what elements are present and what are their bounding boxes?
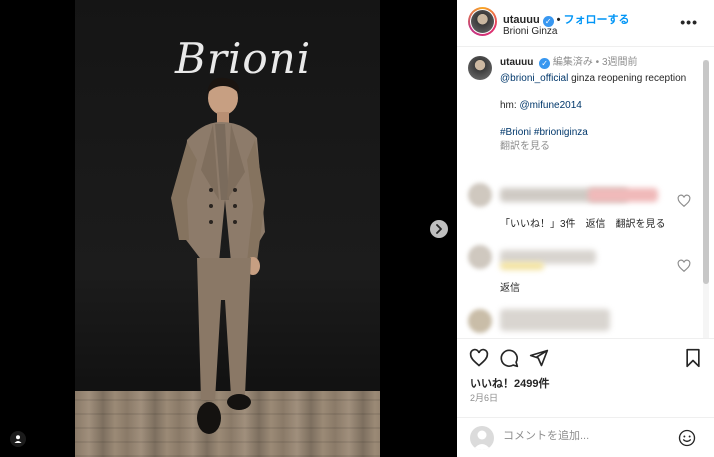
post-media: Brioni bbox=[0, 0, 457, 457]
post-side-panel: utauuu ✓ • フォローする Brioni Ginza ••• utauuu ✓… bbox=[457, 0, 714, 457]
caption-avatar[interactable] bbox=[468, 56, 492, 80]
author-username[interactable]: utauuu bbox=[503, 14, 540, 26]
caption-time: 3週間前 bbox=[601, 57, 638, 68]
author-avatar[interactable] bbox=[468, 7, 497, 36]
post-actions: いいね！2499件 2月6日 bbox=[457, 338, 714, 457]
translate-comment-link[interactable]: 翻訳を見る bbox=[616, 219, 666, 230]
post-header: utauuu ✓ • フォローする Brioni Ginza ••• bbox=[457, 0, 714, 47]
man-in-suit bbox=[171, 77, 265, 434]
comment-item bbox=[468, 309, 678, 335]
save-bookmark-icon[interactable] bbox=[683, 348, 703, 368]
person-icon bbox=[14, 435, 22, 443]
blurred-comment-text bbox=[500, 309, 610, 331]
caption-text: ginza reopening reception bbox=[568, 73, 687, 84]
share-paper-plane-icon[interactable] bbox=[529, 348, 549, 368]
reply-button[interactable]: 返信 bbox=[500, 283, 520, 294]
hm-mention-link[interactable]: @mifune2014 bbox=[519, 100, 581, 111]
current-user-avatar bbox=[470, 426, 494, 450]
emoji-icon[interactable] bbox=[678, 429, 696, 447]
edited-label: 編集済み bbox=[552, 57, 593, 68]
more-options-icon[interactable]: ••• bbox=[680, 14, 698, 30]
likes-count[interactable]: いいね！2499件 bbox=[470, 375, 549, 391]
comment-bubble-icon[interactable] bbox=[499, 348, 519, 368]
comment-likes-count[interactable]: 「いいね！」3件 bbox=[500, 219, 576, 230]
scrollbar-thumb[interactable] bbox=[703, 60, 709, 284]
like-comment-heart-icon[interactable] bbox=[677, 194, 691, 208]
comments-scrollbar[interactable] bbox=[703, 60, 709, 338]
add-comment-bar bbox=[457, 417, 714, 457]
chevron-right-icon bbox=[436, 224, 442, 234]
comment-input[interactable] bbox=[503, 430, 663, 442]
next-image-button[interactable] bbox=[430, 220, 448, 238]
reply-button[interactable]: 返信 bbox=[586, 219, 606, 230]
location-link[interactable]: Brioni Ginza bbox=[503, 26, 557, 37]
translate-caption-link[interactable]: 翻訳を見る bbox=[500, 140, 698, 154]
mention-link[interactable]: @brioni_official bbox=[500, 73, 568, 84]
separator-dot: • bbox=[556, 14, 561, 26]
comment-item bbox=[468, 183, 678, 209]
comments-list: utauuu ✓ 編集済み • 3週間前 @brioni_official gi… bbox=[457, 47, 714, 337]
hashtag-links[interactable]: #Brioni #brioniginza bbox=[500, 126, 698, 140]
post-date[interactable]: 2月6日 bbox=[470, 391, 498, 404]
like-comment-heart-icon[interactable] bbox=[677, 259, 691, 273]
tagged-users-button[interactable] bbox=[10, 431, 26, 447]
follow-button[interactable]: フォローする bbox=[564, 14, 630, 26]
commenter-avatar[interactable] bbox=[468, 183, 492, 207]
author-line: utauuu ✓ • フォローする bbox=[503, 11, 630, 27]
commenter-avatar[interactable] bbox=[468, 245, 492, 269]
like-heart-icon[interactable] bbox=[469, 348, 489, 368]
caption-username[interactable]: utauuu bbox=[500, 57, 533, 68]
comment-item bbox=[468, 245, 678, 271]
post-photo: Brioni bbox=[75, 0, 380, 457]
commenter-avatar[interactable] bbox=[468, 309, 492, 333]
verified-badge-icon: ✓ bbox=[539, 58, 551, 69]
post-caption: utauuu ✓ 編集済み • 3週間前 @brioni_official gi… bbox=[468, 56, 698, 154]
hm-label: hm: bbox=[500, 100, 520, 111]
comment-actions: 返信 bbox=[500, 279, 530, 294]
comment-actions: 「いいね！」3件 返信 翻訳を見る bbox=[500, 215, 676, 230]
